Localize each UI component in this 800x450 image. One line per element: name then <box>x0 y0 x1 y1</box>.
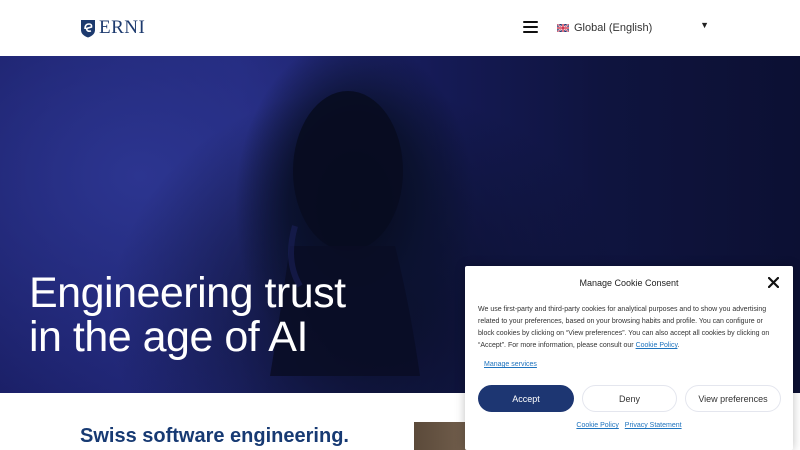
section-heading: Swiss software engineering. <box>80 425 349 447</box>
view-preferences-button[interactable]: View preferences <box>685 385 781 412</box>
language-label: Global (English) <box>574 22 653 34</box>
erni-logo[interactable]: ERNI <box>80 16 145 40</box>
caret-down-icon: ▼ <box>700 20 709 30</box>
hero-title: Engineering trust in the age of AI <box>29 271 346 359</box>
close-icon[interactable] <box>768 277 779 288</box>
cookie-policy-link[interactable]: Cookie Policy <box>576 422 618 429</box>
site-header: ERNI Global (English) ▼ <box>0 0 800 56</box>
cookie-footer-links: Cookie Policy Privacy Statement <box>465 422 793 429</box>
manage-services-link[interactable]: Manage services <box>484 361 537 368</box>
cookie-description: We use first-party and third-party cooki… <box>478 306 770 349</box>
cookie-dialog-title: Manage Cookie Consent <box>579 278 679 288</box>
cookie-body-text: We use first-party and third-party cooki… <box>478 306 770 349</box>
uk-flag-icon <box>557 24 569 32</box>
hamburger-menu-icon[interactable] <box>523 21 538 34</box>
language-selector[interactable]: Global (English) ▼ <box>557 19 709 37</box>
erni-logo-icon <box>81 19 95 37</box>
logo-text: ERNI <box>99 17 146 38</box>
deny-button[interactable]: Deny <box>582 385 677 412</box>
hero-title-line-1: Engineering trust <box>29 269 346 317</box>
hero-title-line-2: in the age of AI <box>29 313 308 361</box>
cookie-consent-dialog: Manage Cookie Consent We use first-party… <box>465 266 793 450</box>
cookie-policy-inline-link[interactable]: Cookie Policy <box>636 342 678 349</box>
privacy-statement-link[interactable]: Privacy Statement <box>625 422 682 429</box>
accept-button[interactable]: Accept <box>478 385 574 412</box>
